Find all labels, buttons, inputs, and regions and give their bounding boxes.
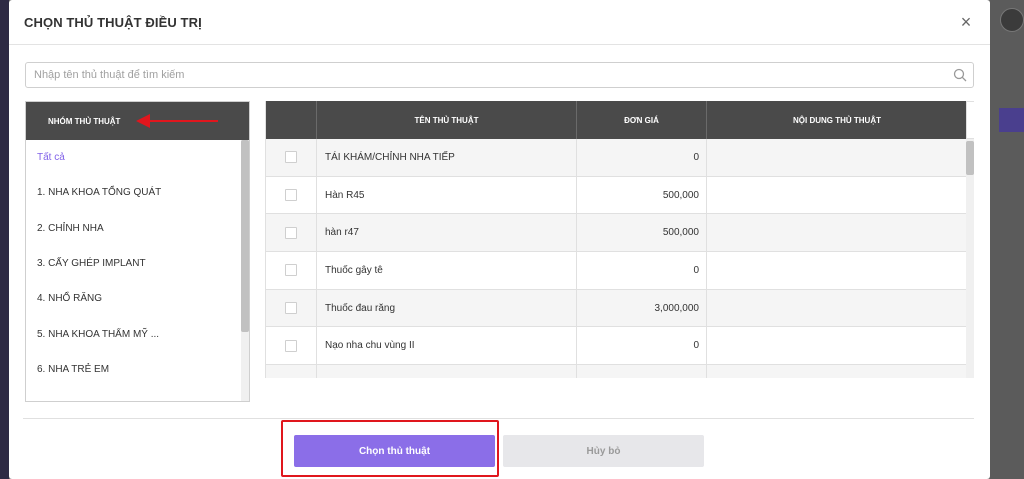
row-description xyxy=(707,327,967,365)
table-row[interactable]: Thuốc đau răng 3,000,000 xyxy=(266,289,974,328)
procedure-modal: CHỌN THỦ THUẬT ĐIỀU TRỊ × NHÓM THỦ THUẬT… xyxy=(9,0,990,479)
row-name xyxy=(317,365,577,378)
row-checkbox-cell xyxy=(266,327,317,365)
row-name: Thuốc đau răng xyxy=(317,289,577,327)
group-item-orthodontics[interactable]: 2. CHỈNH NHA xyxy=(26,211,249,246)
group-panel: NHÓM THỦ THUẬT Tất cả 1. NHA KHOA TỔNG Q… xyxy=(25,101,250,402)
row-name: Hàn R45 xyxy=(317,176,577,214)
row-checkbox-cell xyxy=(266,289,317,327)
column-header-select xyxy=(266,101,317,139)
table-body: TÁI KHÁM/CHỈNH NHA TIẾP 0 Hàn R45 500,00… xyxy=(266,139,974,378)
group-header-label: NHÓM THỦ THUẬT xyxy=(48,116,121,126)
row-checkbox-cell xyxy=(266,214,317,252)
row-price xyxy=(577,365,707,378)
row-checkbox[interactable] xyxy=(285,339,297,352)
row-price: 3,000,000 xyxy=(577,289,707,327)
group-list: Tất cả 1. NHA KHOA TỔNG QUÁT 2. CHỈNH NH… xyxy=(26,140,249,401)
row-name: Thuốc gây tê xyxy=(317,252,577,289)
modal-header: CHỌN THỦ THUẬT ĐIỀU TRỊ × xyxy=(9,0,990,45)
row-checkbox-cell xyxy=(266,139,317,176)
row-description xyxy=(707,252,967,289)
group-scrollbar-thumb[interactable] xyxy=(241,140,249,332)
row-price: 500,000 xyxy=(577,214,707,252)
group-item-pediatric[interactable]: 6. NHA TRẺ EM xyxy=(26,352,249,387)
table-row[interactable]: Hàn R45 500,000 xyxy=(266,176,974,215)
row-price: 0 xyxy=(577,252,707,289)
row-description xyxy=(707,139,967,176)
group-item-implant[interactable]: 3. CẤY GHÉP IMPLANT xyxy=(26,246,249,281)
row-checkbox-cell xyxy=(266,176,317,214)
close-icon[interactable]: × xyxy=(956,12,976,32)
background-sidebar xyxy=(0,0,9,479)
table-header-row: TÊN THỦ THUẬT ĐƠN GIÁ NỘI DUNG THỦ THUẬT xyxy=(266,101,974,139)
modal-title: CHỌN THỦ THUẬT ĐIỀU TRỊ xyxy=(24,14,202,30)
search-icon[interactable] xyxy=(947,63,973,87)
group-scrollbar[interactable] xyxy=(241,140,249,401)
choose-procedure-button[interactable]: Chọn thủ thuật xyxy=(294,435,495,467)
column-header-price: ĐƠN GIÁ xyxy=(577,101,707,139)
table-row[interactable]: TÁI KHÁM/CHỈNH NHA TIẾP 0 xyxy=(266,139,974,177)
group-item-extraction[interactable]: 4. NHỔ RĂNG xyxy=(26,281,249,316)
row-description xyxy=(707,289,967,327)
footer-divider xyxy=(23,418,974,419)
search-input[interactable] xyxy=(26,63,947,87)
row-checkbox[interactable] xyxy=(285,226,297,239)
table-row[interactable]: Nạo nha chu vùng II 0 xyxy=(266,327,974,366)
table-row[interactable]: Thuốc gây tê 0 xyxy=(266,252,974,290)
row-checkbox-cell xyxy=(266,252,317,289)
row-checkbox[interactable] xyxy=(285,264,297,277)
row-price: 0 xyxy=(577,139,707,176)
search-box xyxy=(25,62,974,88)
row-description xyxy=(707,365,967,378)
background-content xyxy=(990,0,1024,479)
row-checkbox-cell xyxy=(266,365,317,378)
table-scrollbar[interactable] xyxy=(966,139,974,378)
row-checkbox[interactable] xyxy=(285,302,297,315)
table-scrollbar-thumb[interactable] xyxy=(966,141,974,175)
row-name: hàn r47 xyxy=(317,214,577,252)
column-header-description: NỘI DUNG THỦ THUẬT xyxy=(793,115,881,125)
group-item-general[interactable]: 1. NHA KHOA TỔNG QUÁT xyxy=(26,175,249,210)
group-item-cosmetic[interactable]: 5. NHA KHOA THẨM MỸ ... xyxy=(26,316,249,351)
group-item-all[interactable]: Tất cả xyxy=(26,140,249,175)
row-name: TÁI KHÁM/CHỈNH NHA TIẾP xyxy=(317,139,577,176)
column-header-name: TÊN THỦ THUẬT xyxy=(317,101,577,139)
row-checkbox[interactable] xyxy=(285,189,297,202)
group-header: NHÓM THỦ THUẬT xyxy=(26,102,249,140)
avatar xyxy=(1000,8,1024,32)
table-row[interactable] xyxy=(266,365,974,378)
background-accent xyxy=(999,108,1024,132)
row-description xyxy=(707,176,967,214)
row-price: 500,000 xyxy=(577,176,707,214)
table-header-pad xyxy=(966,101,974,139)
row-description xyxy=(707,214,967,252)
row-name: Nạo nha chu vùng II xyxy=(317,327,577,365)
row-price: 0 xyxy=(577,327,707,365)
cancel-button[interactable]: Hủy bỏ xyxy=(503,435,704,467)
table-row[interactable]: hàn r47 500,000 xyxy=(266,214,974,253)
row-checkbox[interactable] xyxy=(285,151,297,164)
arrow-annotation-icon xyxy=(136,114,218,128)
procedure-table: TÊN THỦ THUẬT ĐƠN GIÁ NỘI DUNG THỦ THUẬT… xyxy=(265,101,974,378)
